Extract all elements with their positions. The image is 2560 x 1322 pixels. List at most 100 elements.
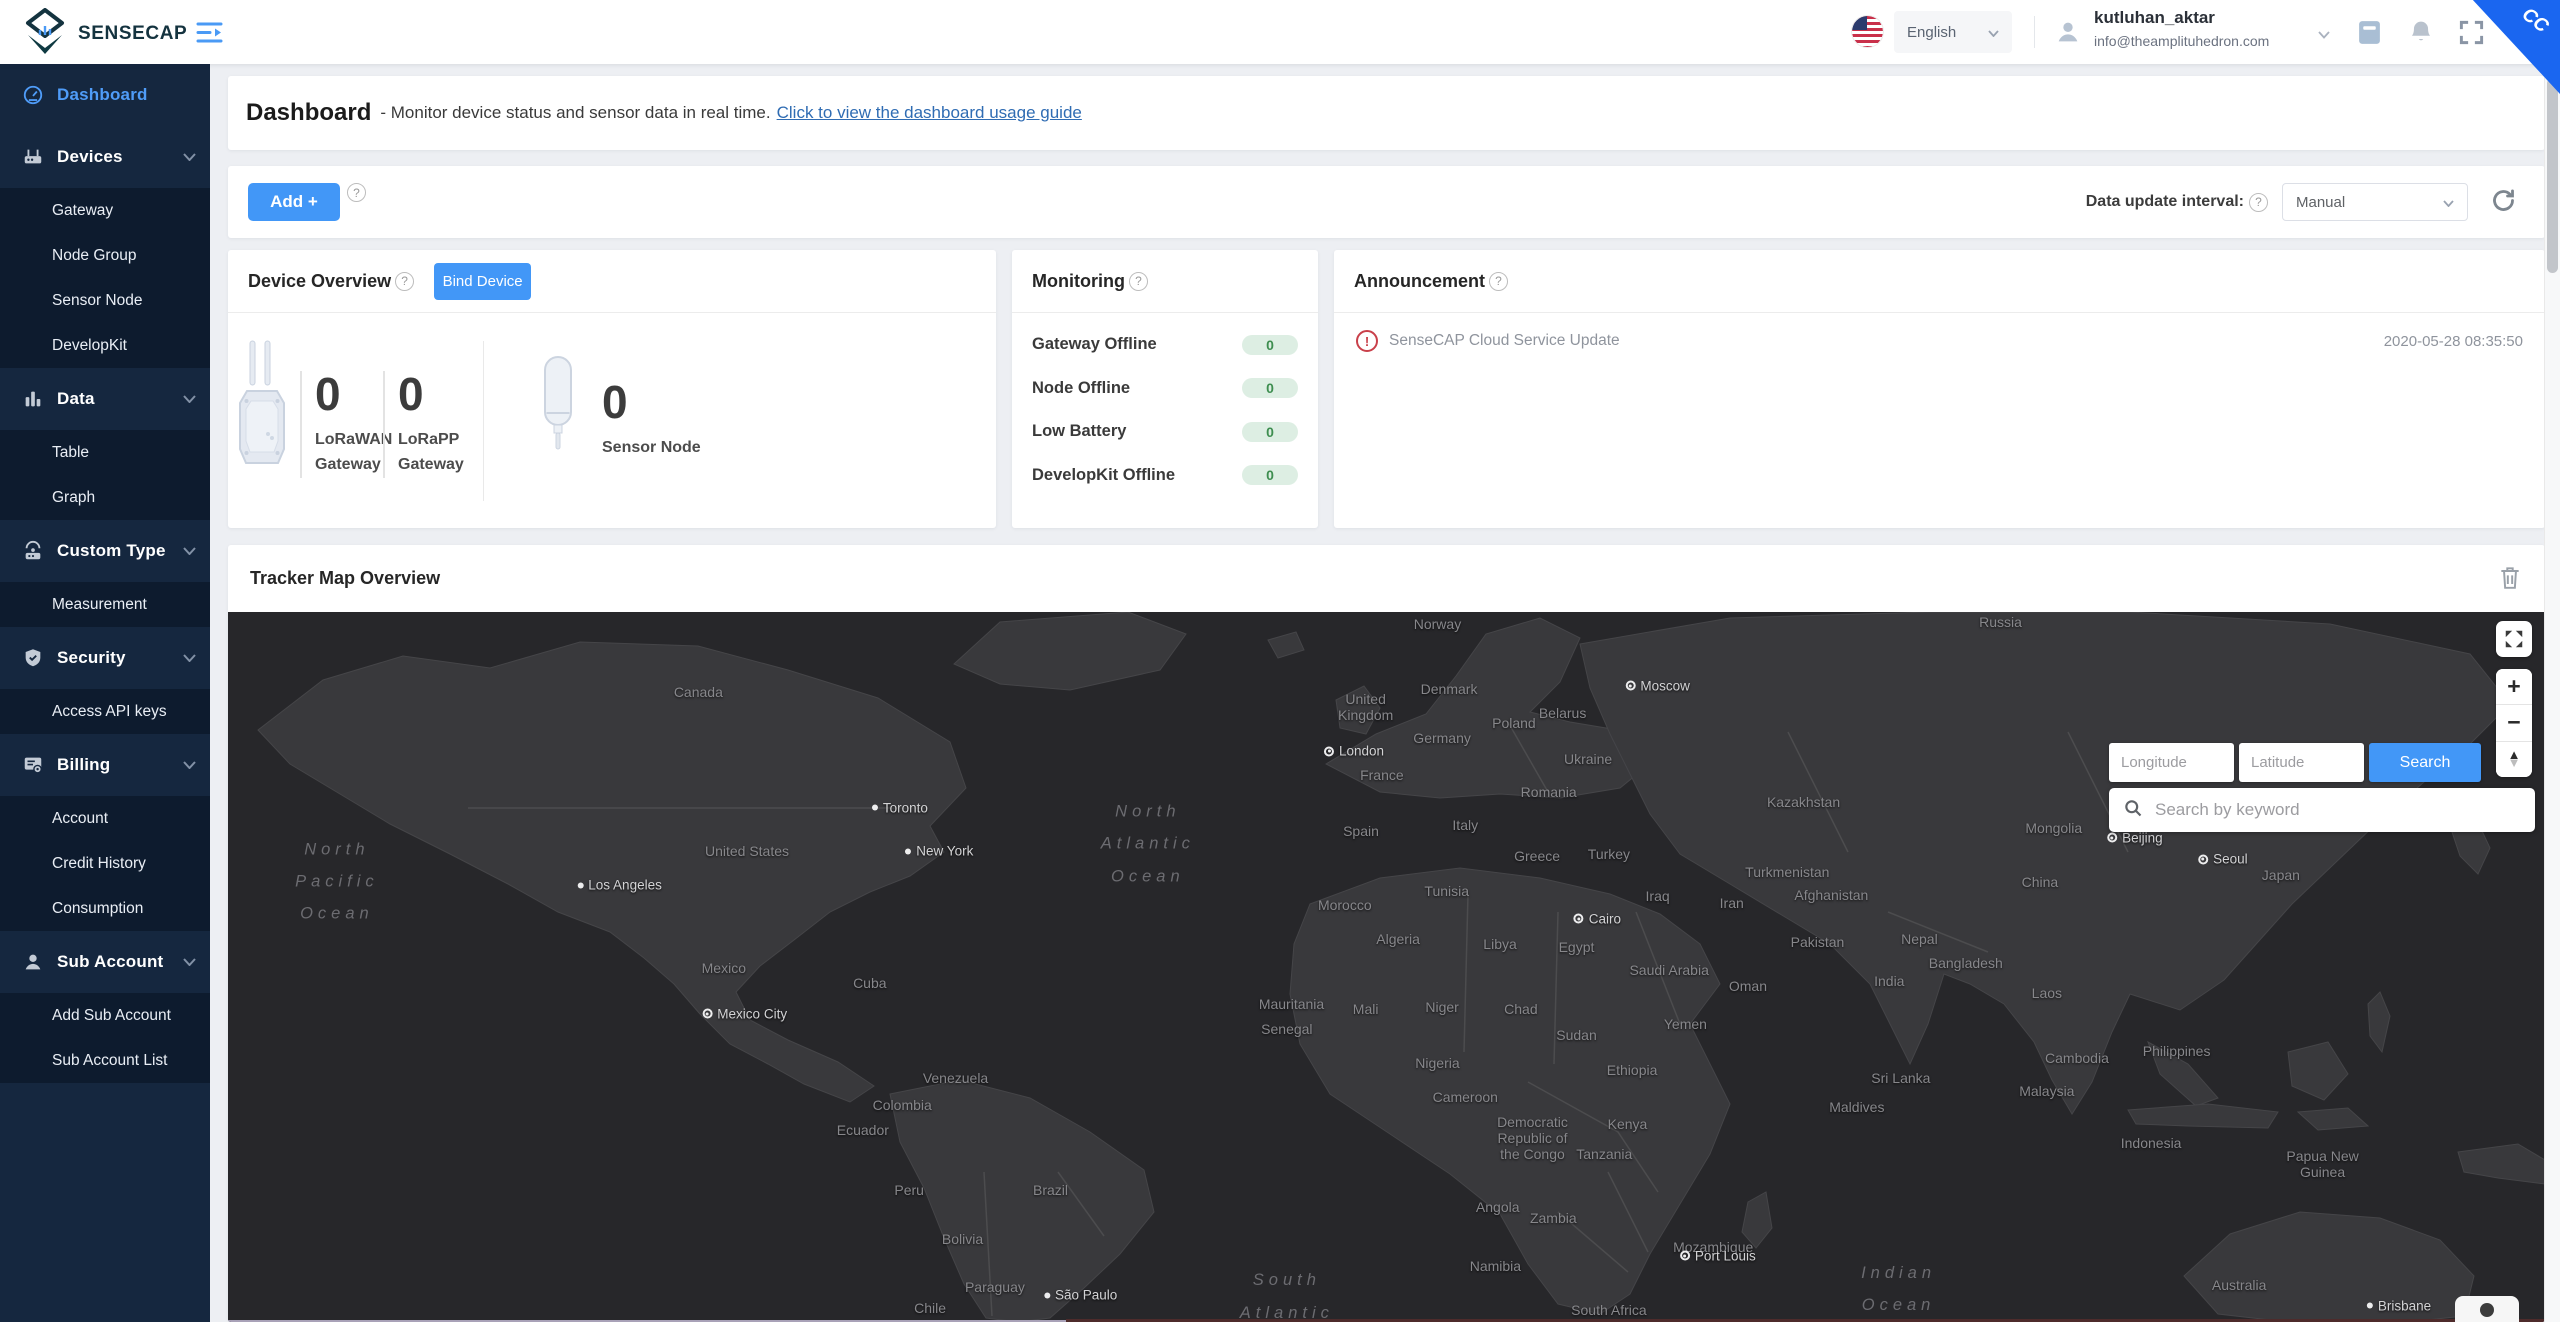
sidebar-item-label: Dashboard bbox=[57, 85, 148, 104]
brand[interactable]: SENSECAP bbox=[24, 8, 187, 59]
announcement-rows: ! SenseCAP Cloud Service Update 2020-05-… bbox=[1334, 313, 2545, 369]
notifications-bell-icon[interactable] bbox=[2408, 19, 2434, 49]
sidebar-item-consumption[interactable]: Consumption bbox=[0, 886, 210, 931]
monitoring-row-label: Low Battery bbox=[1032, 422, 1127, 441]
sidebar-item-gateway[interactable]: Gateway bbox=[0, 188, 210, 233]
data-icon bbox=[22, 388, 44, 410]
gateway-illustration bbox=[238, 339, 286, 474]
dashboard-icon bbox=[22, 84, 44, 106]
map-expand-icon[interactable] bbox=[2496, 621, 2532, 657]
user-menu[interactable]: kutluhan_aktar info@theamplituhedron.com bbox=[2094, 8, 2306, 49]
monitoring-header: Monitoring ? bbox=[1012, 250, 1318, 313]
monitoring-row: Low Battery 0 bbox=[1032, 410, 1298, 454]
sidebar-item-label: Devices bbox=[57, 147, 123, 166]
usage-guide-link[interactable]: Click to view the dashboard usage guide bbox=[777, 103, 1082, 123]
sidebar-item-custom-type[interactable]: Custom Type bbox=[0, 520, 210, 582]
sensor-node-illustration bbox=[543, 355, 573, 456]
zoom-out-button[interactable]: − bbox=[2496, 705, 2532, 742]
world-map[interactable]: Norway Russia Canada Moscow Denmark United Ki… bbox=[228, 612, 2545, 1322]
stat-label: Sensor Node bbox=[602, 439, 701, 456]
announcement-title: Announcement bbox=[1354, 270, 1486, 291]
bind-device-button[interactable]: Bind Device bbox=[434, 262, 532, 300]
us-flag-icon bbox=[1852, 16, 1883, 47]
divider bbox=[483, 341, 484, 501]
chevron-down-icon bbox=[183, 547, 196, 555]
help-icon[interactable]: ? bbox=[2249, 192, 2268, 212]
keyword-input[interactable] bbox=[2153, 799, 2521, 821]
monitoring-count-badge: 0 bbox=[1242, 378, 1298, 399]
page-scrollbar[interactable] bbox=[2544, 64, 2560, 1322]
sidebar-item-measurement[interactable]: Measurement bbox=[0, 582, 210, 627]
sidebar-item-credit-history[interactable]: Credit History bbox=[0, 841, 210, 886]
search-icon bbox=[2123, 798, 2143, 823]
device-overview-header: Device Overview ? Bind Device bbox=[228, 250, 996, 313]
sidebar-item-devices[interactable]: Devices bbox=[0, 126, 210, 188]
sidebar-item-sub-account-list[interactable]: Sub Account List bbox=[0, 1038, 210, 1083]
announcement-text: SenseCAP Cloud Service Update bbox=[1389, 332, 1620, 349]
document-icon[interactable] bbox=[2356, 19, 2383, 49]
help-icon[interactable]: ? bbox=[347, 183, 366, 202]
sidebar-item-security[interactable]: Security bbox=[0, 627, 210, 689]
monitoring-count-badge: 0 bbox=[1242, 334, 1298, 355]
sidebar-item-access-api-keys[interactable]: Access API keys bbox=[0, 689, 210, 734]
tracker-title: Tracker Map Overview bbox=[250, 568, 441, 588]
sidebar-item-billing[interactable]: Billing bbox=[0, 734, 210, 796]
page-title: Dashboard bbox=[246, 99, 372, 126]
user-avatar-icon bbox=[2054, 18, 2082, 51]
custom-icon bbox=[22, 540, 44, 562]
sensecap-dashboard: SENSECAP English kutluhan_aktar info@the… bbox=[0, 0, 2560, 1322]
longitude-input[interactable] bbox=[2109, 743, 2234, 782]
divider bbox=[2034, 16, 2035, 48]
sidebar-collapse-icon[interactable] bbox=[196, 21, 223, 47]
language-select[interactable]: English bbox=[1894, 11, 2012, 53]
help-icon[interactable]: ? bbox=[395, 271, 415, 291]
sidebar-item-graph[interactable]: Graph bbox=[0, 475, 210, 520]
sidebar-item-label: Sub Account bbox=[57, 952, 164, 971]
sidebar-item-sub-account[interactable]: Sub Account bbox=[0, 931, 210, 993]
tracker-header: Tracker Map Overview bbox=[228, 545, 2545, 612]
announcement-item[interactable]: ! SenseCAP Cloud Service Update 2020-05-… bbox=[1334, 313, 2545, 369]
sidebar-item-dashboard[interactable]: Dashboard bbox=[0, 64, 210, 126]
delete-trash-icon[interactable] bbox=[2497, 564, 2523, 594]
compass-pitch-icon[interactable]: ▲ ▼ bbox=[2496, 741, 2532, 777]
page-subtitle: - Monitor device status and sensor data … bbox=[380, 103, 771, 122]
page-header-card: Dashboard - Monitor device status and se… bbox=[228, 76, 2545, 150]
sidebar-item-developkit[interactable]: DevelopKit bbox=[0, 323, 210, 368]
map-partial-control[interactable] bbox=[2455, 1296, 2519, 1322]
sidebar-item-sensor-node[interactable]: Sensor Node bbox=[0, 278, 210, 323]
fullscreen-icon[interactable] bbox=[2458, 19, 2485, 49]
interval-select[interactable]: Manual bbox=[2282, 183, 2468, 221]
security-icon bbox=[22, 647, 44, 669]
help-icon[interactable]: ? bbox=[1128, 271, 1148, 291]
sidebar-item-label: Custom Type bbox=[57, 541, 166, 560]
add-button[interactable]: Add + bbox=[248, 183, 340, 221]
refresh-icon[interactable] bbox=[2490, 187, 2517, 217]
monitoring-row-label: Node Offline bbox=[1032, 378, 1131, 397]
latitude-input[interactable] bbox=[2239, 743, 2364, 782]
sidebar-item-data[interactable]: Data bbox=[0, 368, 210, 430]
help-icon[interactable]: ? bbox=[1489, 271, 1509, 291]
sidebar-item-account[interactable]: Account bbox=[0, 796, 210, 841]
tracker-map-card: Tracker Map Overview Norway Russia Canad… bbox=[228, 545, 2545, 1322]
alert-icon: ! bbox=[1356, 330, 1378, 352]
sidebar-item-label: Billing bbox=[57, 755, 111, 774]
monitoring-card: Monitoring ? Gateway Offline 0 Node Offl… bbox=[1012, 250, 1318, 528]
search-button[interactable]: Search bbox=[2369, 743, 2481, 782]
toolbar-card: Add + ? Data update interval: ? Manual bbox=[228, 166, 2545, 238]
billing-icon bbox=[22, 754, 44, 776]
sidebar-item-add-sub-account[interactable]: Add Sub Account bbox=[0, 993, 210, 1038]
stat-value: 0 bbox=[315, 368, 341, 420]
sidebar-item-table[interactable]: Table bbox=[0, 430, 210, 475]
topbar: SENSECAP English kutluhan_aktar info@the… bbox=[0, 0, 2560, 64]
chevron-down-icon[interactable] bbox=[2318, 26, 2330, 44]
sidebar-item-node-group[interactable]: Node Group bbox=[0, 233, 210, 278]
stat-lorapp-gateway: 0 LoRaPP Gateway bbox=[383, 371, 464, 478]
keyword-search-bar[interactable] bbox=[2109, 788, 2535, 832]
zoom-in-button[interactable]: + bbox=[2496, 669, 2532, 706]
monitoring-row: DevelopKit Offline 0 bbox=[1032, 454, 1298, 498]
interval-label: Data update interval: bbox=[2085, 193, 2244, 210]
scrollbar-thumb[interactable] bbox=[2547, 78, 2558, 273]
chevron-down-icon bbox=[183, 958, 196, 966]
brand-name: SENSECAP bbox=[78, 22, 188, 44]
announcement-timestamp: 2020-05-28 08:35:50 bbox=[2383, 332, 2523, 350]
